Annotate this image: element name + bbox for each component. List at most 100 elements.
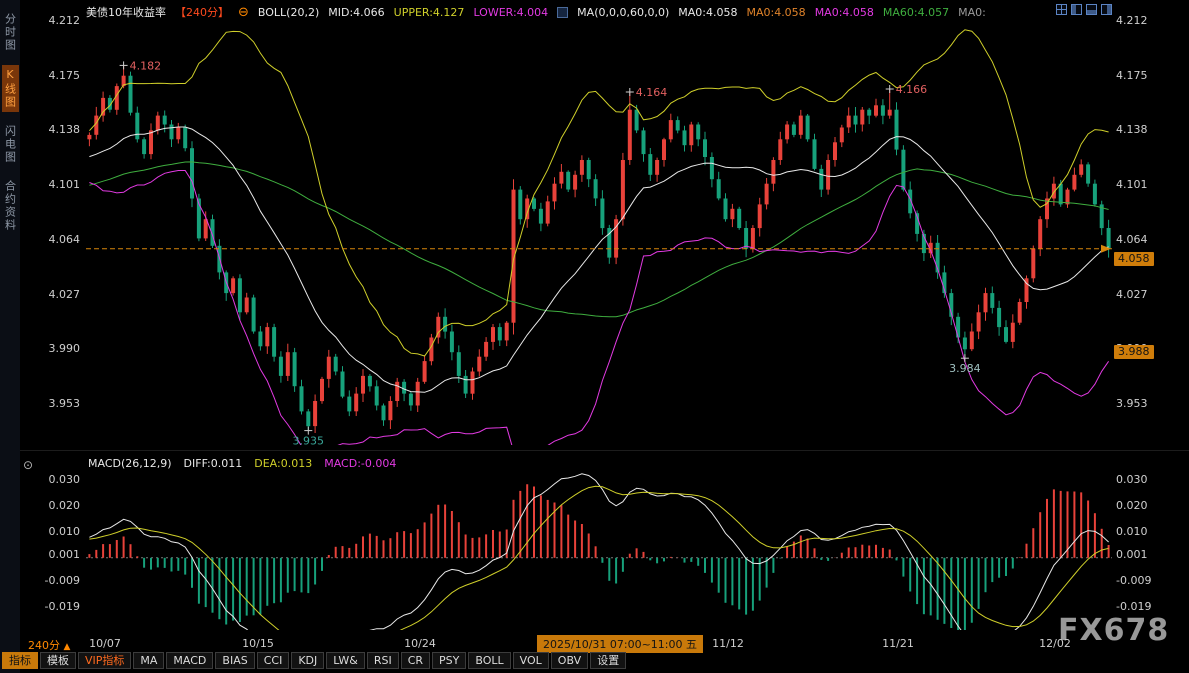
macd-diff-value: DIFF:0.011 [184,457,243,470]
price-axis-tick: 4.175 [30,69,80,83]
toolbar-button-templates[interactable]: 模板 [40,652,76,669]
sidebar-item-kline-chart[interactable]: K线图 [2,65,19,112]
toolbar-button-macd[interactable]: MACD [166,652,213,669]
layout-right-panel-icon[interactable] [1101,4,1112,15]
macd-chart[interactable] [86,456,1112,630]
toolbar-button-settings[interactable]: 设置 [590,652,626,669]
price-axis-tick: 3.953 [30,397,80,411]
boll-upper-value: UPPER:4.127 [394,6,465,19]
sidebar-item-flash-chart[interactable]: 闪电图 [2,122,19,167]
macd-axis-tick: -0.019 [1116,600,1168,614]
toolbar-button-lwr[interactable]: LW& [326,652,365,669]
toolbar-button-boll[interactable]: BOLL [468,652,510,669]
macd-axis-tick: -0.009 [1116,574,1168,588]
macd-value: MACD:-0.004 [324,457,396,470]
toolbar-button-psy[interactable]: PSY [432,652,466,669]
sidebar-item-time-chart[interactable]: 分时图 [2,10,19,55]
ma-value: MA0:4.058 [815,6,874,19]
price-axis-tick: 4.212 [30,14,80,28]
selected-bar-time: 2025/10/31 07:00~11:00 五 [537,635,703,653]
period-label: 【240分】 [175,4,229,20]
price-axis-tick: 4.064 [1116,233,1168,247]
macd-axis-tick: 0.020 [30,499,80,513]
price-axis-tick: 4.101 [30,178,80,192]
toolbar-button-obv[interactable]: OBV [551,652,588,669]
macd-axis-tick: 0.001 [30,548,80,562]
x-axis-date: 11/12 [712,637,744,650]
ma-values: MA0:4.058 MA0:4.058 MA0:4.058 MA60:4.057 MA0… [678,6,986,19]
sidebar-item-contract-info[interactable]: 合约资料 [2,177,19,235]
macd-axis-tick: -0.009 [30,574,80,588]
toolbar-button-rsi[interactable]: RSI [367,652,399,669]
panel-marker-icon[interactable]: ⊙ [23,458,33,472]
chart-header: 美债10年收益率 【240分】 ⊖ BOLL(20,2) MID:4.066 U… [86,4,986,20]
macd-axis-tick: 0.001 [1116,548,1168,562]
price-axis-tick: 3.990 [30,342,80,356]
price-annotation: 4.164 [636,86,668,99]
layout-left-panel-icon[interactable] [1071,4,1082,15]
price-axis-tick: 4.138 [30,123,80,137]
instrument-title: 美债10年收益率 [86,4,166,20]
boll-lower-value: LOWER:4.004 [473,6,548,19]
ma-value: MA60:4.057 [883,6,949,19]
price-axis-tick: 4.175 [1116,69,1168,83]
macd-diff-line [89,474,1108,630]
collapse-icon[interactable]: ⊖ [238,6,249,19]
toolbar-button-indicators[interactable]: 指标 [2,652,38,669]
x-axis-date: 11/21 [882,637,914,650]
price-axis-tick: 4.212 [1116,14,1168,28]
right-axis: 4.2124.1754.1384.1014.0644.0273.9903.953… [1116,0,1168,673]
boll-mid-value: MID:4.066 [328,6,384,19]
toolbar-button-kdj[interactable]: KDJ [291,652,324,669]
price-axis-tick: 4.138 [1116,123,1168,137]
current-price-tag: 4.058 [1114,252,1154,266]
macd-axis-tick: 0.010 [30,525,80,539]
x-axis-date: 12/02 [1039,637,1071,650]
x-axis-date: 10/07 [89,637,121,650]
macd-dea-value: DEA:0.013 [254,457,312,470]
price-annotation: 4.166 [896,83,928,96]
price-axis-tick: 3.953 [1116,397,1168,411]
ma-label: MA(0,0,0,60,0,0) [577,6,669,19]
toolbar-button-vol[interactable]: VOL [513,652,549,669]
layout-grid-icon[interactable] [1056,4,1067,15]
ma60-line [89,162,1108,317]
layout-bottom-panel-icon[interactable] [1086,4,1097,15]
toolbar-button-cci[interactable]: CCI [257,652,290,669]
price-annotation: 4.182 [130,59,162,72]
trading-terminal: 分时图 K线图闪电图合约资料 美债10年收益率 【240分】 ⊖ BOLL(20,… [0,0,1189,673]
bottom-toolbar: 指标模板VIP指标MAMACDBIASCCIKDJLW&RSICRPSYBOLL… [2,652,626,669]
boll-upper-line [89,30,1108,356]
price-axis-tick: 4.101 [1116,178,1168,192]
price-axis-tick: 4.027 [1116,288,1168,302]
boll-label: BOLL(20,2) [258,6,319,19]
boll-mid-line [89,127,1108,392]
toolbar-button-cr[interactable]: CR [401,652,430,669]
macd-axis-tick: -0.019 [30,600,80,614]
macd-axis-tick: 0.030 [1116,473,1168,487]
price-axis-tick: 4.027 [30,288,80,302]
macd-axis-tick: 0.030 [30,473,80,487]
x-axis-date: 10/15 [242,637,274,650]
price-chart[interactable]: 4.182 3.935 4.164 4.166 3.984 [86,8,1112,445]
price-annotation: 3.984 [949,362,981,375]
x-axis-date: 10/24 [404,637,436,650]
price-annotation: 3.935 [293,435,325,445]
toolbar-button-ma[interactable]: MA [133,652,164,669]
secondary-price-tag: 3.988 [1114,345,1154,359]
ma-value: MA0:4.058 [678,6,737,19]
toolbar-button-bias[interactable]: BIAS [215,652,254,669]
macd-name: MACD(26,12,9) [88,457,172,470]
macd-axis-tick: 0.010 [1116,525,1168,539]
toolbar-button-vip-indicators[interactable]: VIP指标 [78,652,131,669]
price-axis-tick: 4.064 [30,233,80,247]
ma-value: MA0:4.058 [746,6,805,19]
macd-header: MACD(26,12,9) DIFF:0.011 DEA:0.013 MACD:… [88,457,396,470]
left-axis: 4.212 4.175 4.138 4.101 4.064 4.027 3.990 3.953… [30,0,80,673]
ma-value: MA0: [958,6,986,19]
indicator-settings-icon[interactable] [557,7,568,18]
window-layout-icons [1056,4,1112,15]
boll-lower-line [89,171,1108,446]
chart-type-sidebar: 分时图 K线图闪电图合约资料 [0,0,20,673]
macd-histogram [89,484,1108,630]
